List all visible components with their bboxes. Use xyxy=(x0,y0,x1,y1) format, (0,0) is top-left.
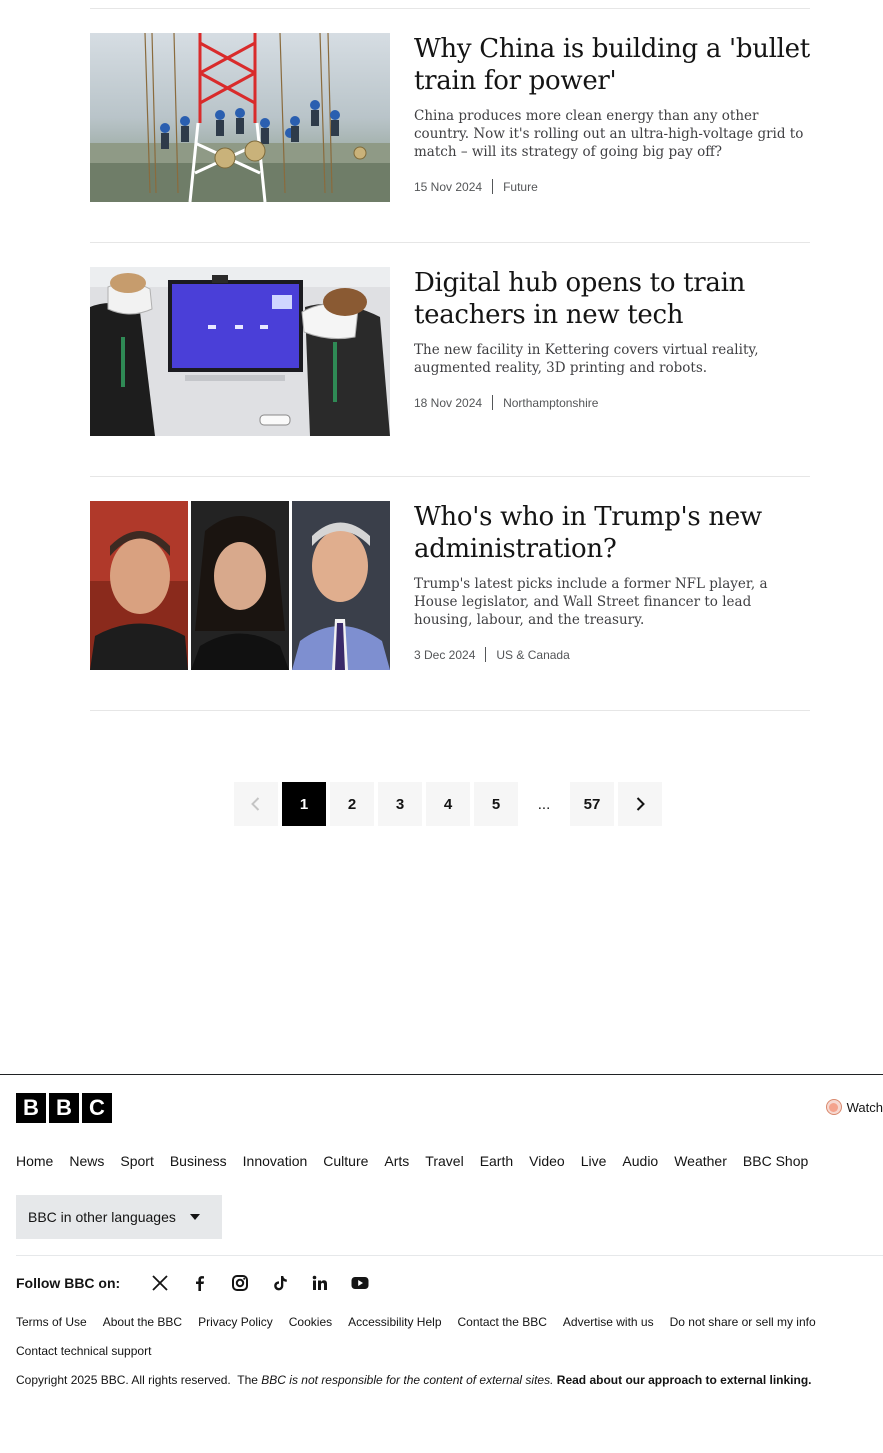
page-button-5[interactable]: 5 xyxy=(474,782,518,826)
pagination: 1 2 3 4 5 ... 57 xyxy=(234,782,662,826)
follow-bbc: Follow BBC on: xyxy=(16,1273,370,1293)
article-body: Who's who in Trump's new administration?… xyxy=(414,501,810,662)
article-list: Why China is building a 'bullet train fo… xyxy=(90,8,810,711)
link-terms-of-use[interactable]: Terms of Use xyxy=(16,1313,87,1332)
meta-separator xyxy=(492,179,494,194)
article-body: Digital hub opens to train teachers in n… xyxy=(414,267,810,410)
footer-divider xyxy=(16,1255,883,1256)
nav-culture[interactable]: Culture xyxy=(323,1153,368,1169)
article-card[interactable]: Digital hub opens to train teachers in n… xyxy=(90,242,810,476)
next-page-button[interactable] xyxy=(618,782,662,826)
article-summary: Trump's latest picks include a former NF… xyxy=(414,576,768,628)
link-do-not-sell[interactable]: Do not share or sell my info xyxy=(670,1313,816,1332)
copyright-notice: Copyright 2025 BBC. All rights reserved.… xyxy=(16,1373,812,1387)
nav-audio[interactable]: Audio xyxy=(622,1153,658,1169)
page-button-1[interactable]: 1 xyxy=(282,782,326,826)
meta-separator xyxy=(485,647,487,662)
link-accessibility-help[interactable]: Accessibility Help xyxy=(348,1313,441,1332)
watch-live-link[interactable]: Watch xyxy=(825,1099,883,1115)
page-button-2[interactable]: 2 xyxy=(330,782,374,826)
nav-live[interactable]: Live xyxy=(581,1153,607,1169)
instagram-icon[interactable] xyxy=(230,1273,250,1293)
page-button-3[interactable]: 3 xyxy=(378,782,422,826)
article-summary: The new facility in Kettering covers vir… xyxy=(414,342,759,376)
footer-nav: Home News Sport Business Innovation Cult… xyxy=(16,1153,808,1169)
nav-bbc-shop[interactable]: BBC Shop xyxy=(743,1153,808,1169)
pylon-image xyxy=(90,33,390,202)
nav-arts[interactable]: Arts xyxy=(384,1153,409,1169)
article-headline[interactable]: Who's who in Trump's new administration? xyxy=(414,501,810,565)
article-body: Why China is building a 'bullet train fo… xyxy=(414,33,810,194)
nav-news[interactable]: News xyxy=(69,1153,104,1169)
article-summary: China produces more clean energy than an… xyxy=(414,108,804,160)
article-headline[interactable]: Why China is building a 'bullet train fo… xyxy=(414,33,810,97)
article-card[interactable]: Who's who in Trump's new administration?… xyxy=(90,476,810,710)
copyright-text: Copyright 2025 BBC. All rights reserved. xyxy=(16,1373,231,1387)
follow-label: Follow BBC on: xyxy=(16,1275,121,1291)
nav-weather[interactable]: Weather xyxy=(674,1153,727,1169)
article-card[interactable]: Why China is building a 'bullet train fo… xyxy=(90,8,810,242)
chevron-right-icon xyxy=(636,797,645,811)
page-button-4[interactable]: 4 xyxy=(426,782,470,826)
nav-travel[interactable]: Travel xyxy=(425,1153,463,1169)
article-image[interactable] xyxy=(90,33,390,202)
bbc-italic: BBC xyxy=(261,1373,286,1387)
nav-sport[interactable]: Sport xyxy=(120,1153,153,1169)
watch-label: Watch xyxy=(846,1099,883,1115)
link-privacy-policy[interactable]: Privacy Policy xyxy=(198,1313,273,1332)
article-date: 15 Nov 2024 xyxy=(414,179,483,194)
page-button-last[interactable]: 57 xyxy=(570,782,614,826)
logo-letter: B xyxy=(16,1093,46,1123)
article-meta: 3 Dec 2024 US & Canada xyxy=(414,647,810,662)
link-advertise[interactable]: Advertise with us xyxy=(563,1313,654,1332)
caret-down-icon xyxy=(189,1214,200,1220)
meta-separator xyxy=(492,395,494,410)
article-section[interactable]: Future xyxy=(503,180,538,194)
link-cookies[interactable]: Cookies xyxy=(289,1313,332,1332)
vr-classroom-image xyxy=(90,267,390,436)
previous-page-button[interactable] xyxy=(234,782,278,826)
nav-business[interactable]: Business xyxy=(170,1153,227,1169)
linkedin-icon[interactable] xyxy=(310,1273,330,1293)
other-languages-label: BBC in other languages xyxy=(28,1209,176,1225)
site-footer: B B C Watch Home News Sport Business Inn… xyxy=(0,1074,883,1453)
youtube-icon[interactable] xyxy=(350,1273,370,1293)
list-divider xyxy=(90,710,810,711)
external-linking-link[interactable]: Read about our approach to external link… xyxy=(557,1373,812,1387)
the-text: The xyxy=(237,1373,258,1387)
social-links xyxy=(150,1273,370,1293)
portraits-image xyxy=(90,501,390,670)
article-headline[interactable]: Digital hub opens to train teachers in n… xyxy=(414,267,810,331)
article-meta: 18 Nov 2024 Northamptonshire xyxy=(414,395,810,410)
live-dot-icon xyxy=(825,1099,842,1115)
link-contact-the-bbc[interactable]: Contact the BBC xyxy=(458,1313,547,1332)
article-image[interactable] xyxy=(90,267,390,436)
link-about-the-bbc[interactable]: About the BBC xyxy=(103,1313,182,1332)
article-section[interactable]: US & Canada xyxy=(496,648,569,662)
x-icon[interactable] xyxy=(150,1273,170,1293)
nav-video[interactable]: Video xyxy=(529,1153,565,1169)
logo-letter: B xyxy=(49,1093,79,1123)
logo-letter: C xyxy=(82,1093,112,1123)
tiktok-icon[interactable] xyxy=(270,1273,290,1293)
nav-earth[interactable]: Earth xyxy=(480,1153,513,1169)
article-meta: 15 Nov 2024 Future xyxy=(414,179,810,194)
link-technical-support[interactable]: Contact technical support xyxy=(16,1342,151,1361)
other-languages-button[interactable]: BBC in other languages xyxy=(16,1195,222,1239)
nav-innovation[interactable]: Innovation xyxy=(243,1153,308,1169)
article-date: 18 Nov 2024 xyxy=(414,395,483,410)
nav-home[interactable]: Home xyxy=(16,1153,53,1169)
article-image[interactable] xyxy=(90,501,390,670)
article-section[interactable]: Northamptonshire xyxy=(503,396,598,410)
chevron-left-icon xyxy=(251,797,260,811)
article-date: 3 Dec 2024 xyxy=(414,647,476,662)
facebook-icon[interactable] xyxy=(190,1273,210,1293)
footer-links: Terms of Use About the BBC Privacy Polic… xyxy=(16,1313,876,1361)
pagination-ellipsis: ... xyxy=(537,795,551,813)
bbc-logo[interactable]: B B C xyxy=(16,1093,112,1123)
external-responsibility-text: is not responsible for the content of ex… xyxy=(289,1373,554,1387)
